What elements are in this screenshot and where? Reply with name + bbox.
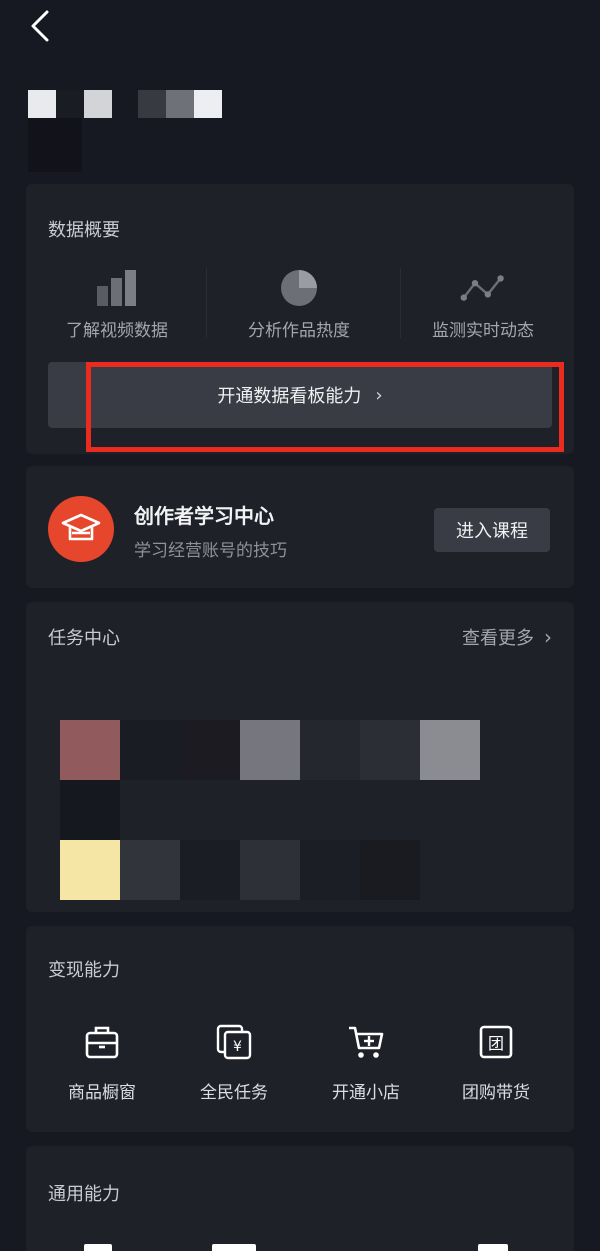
cart-plus-icon xyxy=(349,1026,384,1058)
general-card: 通用能力 xyxy=(26,1146,574,1251)
see-more-label: 查看更多 xyxy=(462,628,534,649)
monetize-label: 团购带货 xyxy=(462,1083,530,1103)
monetize-item-group-buy[interactable]: 团 团购带货 xyxy=(436,1022,556,1103)
yuan-task-icon: ¥ xyxy=(216,1024,252,1060)
general-icon-partial xyxy=(478,1244,508,1251)
group-buy-icon: 团 xyxy=(479,1025,513,1059)
general-icon-partial xyxy=(212,1244,256,1251)
learning-center-logo xyxy=(48,496,114,562)
open-data-board-button[interactable]: 开通数据看板能力 › xyxy=(48,362,552,428)
monetize-label: 商品橱窗 xyxy=(68,1083,136,1103)
see-more-link[interactable]: 查看更多 › xyxy=(462,624,552,650)
divider xyxy=(206,268,207,338)
monetize-item-task[interactable]: ¥ 全民任务 xyxy=(174,1022,294,1103)
stat-video-data[interactable]: 了解视频数据 xyxy=(32,268,202,341)
monetize-label: 全民任务 xyxy=(200,1083,268,1103)
general-icon-partial xyxy=(84,1244,112,1251)
learning-center-subtitle: 学习经营账号的技巧 xyxy=(134,541,287,561)
bar-chart-icon xyxy=(97,270,136,306)
learning-center-title: 创作者学习中心 xyxy=(134,504,274,528)
enter-course-button[interactable]: 进入课程 xyxy=(434,508,550,552)
account-name-censored xyxy=(0,0,260,180)
stat-label: 了解视频数据 xyxy=(66,321,168,341)
graduation-cap-icon xyxy=(61,513,101,541)
stat-realtime[interactable]: 监测实时动态 xyxy=(398,268,568,341)
open-data-board-label: 开通数据看板能力 xyxy=(217,386,362,407)
showcase-icon xyxy=(85,1026,119,1059)
monetize-label: 开通小店 xyxy=(332,1083,400,1103)
pie-chart-icon xyxy=(281,270,317,306)
data-overview-title: 数据概要 xyxy=(48,220,120,241)
svg-text:团: 团 xyxy=(488,1034,504,1053)
monetize-card: 变现能力 商品橱窗 ¥ 全民任务 开通小店 团 团购带货 xyxy=(26,926,574,1132)
stat-label: 监测实时动态 xyxy=(432,321,534,341)
monetize-item-showcase[interactable]: 商品橱窗 xyxy=(42,1022,162,1103)
chevron-right-icon: › xyxy=(544,625,552,649)
general-title: 通用能力 xyxy=(48,1184,120,1205)
task-center-card: 任务中心 查看更多 › xyxy=(26,602,574,912)
task-center-title: 任务中心 xyxy=(48,628,120,649)
monetize-item-shop[interactable]: 开通小店 xyxy=(306,1022,426,1103)
learning-center-card[interactable]: 创作者学习中心 学习经营账号的技巧 进入课程 xyxy=(26,466,574,588)
svg-text:¥: ¥ xyxy=(233,1039,242,1055)
monetize-title: 变现能力 xyxy=(48,960,120,981)
stat-work-heat[interactable]: 分析作品热度 xyxy=(214,268,384,341)
chevron-right-icon: › xyxy=(375,384,383,406)
data-overview-card: 数据概要 了解视频数据 分析作品热度 监测实时动态 开通数据看板能力 › xyxy=(26,184,574,454)
stat-label: 分析作品热度 xyxy=(248,321,350,341)
line-trend-icon xyxy=(460,275,504,301)
